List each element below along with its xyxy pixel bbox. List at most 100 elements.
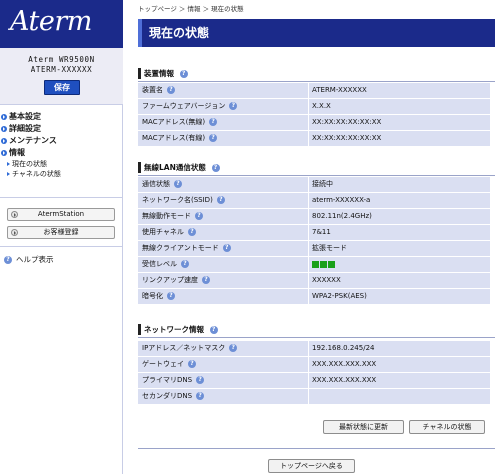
table-row: 無線動作モード? 802.11n(2.4GHz) xyxy=(138,209,490,225)
back-to-top-button[interactable]: トップページへ戻る xyxy=(268,459,355,473)
table-row: IPアドレス／ネットマスク? 192.168.0.245/24 xyxy=(138,341,490,357)
help-icon[interactable]: ? xyxy=(167,86,175,94)
help-icon[interactable]: ? xyxy=(167,292,175,300)
table-row: MACアドレス(無線)? XX:XX:XX:XX:XX:XX xyxy=(138,115,490,131)
help-icon[interactable]: ? xyxy=(187,228,196,236)
help-icon[interactable]: ? xyxy=(181,260,189,268)
table-row: 無線クライアントモード? 拡張モード xyxy=(138,241,490,257)
refresh-status-button[interactable]: 最新状態に更新 xyxy=(323,420,404,434)
help-icon[interactable]: ? xyxy=(196,376,205,384)
row-value: XX:XX:XX:XX:XX:XX xyxy=(312,134,382,142)
section-rule xyxy=(138,81,495,82)
table-row: 装置名? ATERM-XXXXXX xyxy=(138,83,490,99)
row-label: プライマリDNS? xyxy=(138,373,309,388)
breadcrumb[interactable]: トップページ ＞ 情報 ＞ 現在の状態 xyxy=(138,3,244,13)
row-value: 接続中 xyxy=(312,180,333,188)
table-row: ファームウェアバージョン? X.X.X xyxy=(138,99,490,115)
row-label: 装置名? xyxy=(138,83,309,98)
section-title: 無線LAN通信状態 xyxy=(144,163,206,172)
nav-subitem-channel-status[interactable]: チャネルの状態 xyxy=(0,169,123,179)
aterm-station-button[interactable]: AtermStation xyxy=(7,208,115,221)
signal-bar xyxy=(328,261,335,268)
model-name: Aterm WR9500N xyxy=(28,55,95,64)
help-icon[interactable]: ? xyxy=(196,392,205,400)
signal-bar xyxy=(312,261,319,268)
row-label-text: MACアドレス(無線) xyxy=(142,118,206,126)
button-label: お客様登録 xyxy=(43,228,79,236)
row-label-text: リンクアップ速度 xyxy=(142,276,198,284)
row-label-text: 無線クライアントモード xyxy=(142,244,219,252)
row-label-text: 装置名 xyxy=(142,86,163,94)
row-label: MACアドレス(有線)? xyxy=(138,131,309,146)
help-icon[interactable]: ? xyxy=(229,344,238,352)
row-label-text: セカンダリDNS xyxy=(142,392,193,400)
nav-item-maintenance[interactable]: メンテナンス xyxy=(0,135,123,147)
row-label: IPアドレス／ネットマスク? xyxy=(138,341,309,356)
device-info-table: 装置名? ATERM-XXXXXX ファームウェアバージョン? X.X.X MACアドレ… xyxy=(138,83,490,147)
row-value: WPA2-PSK(AES) xyxy=(312,292,367,300)
arrow-bullet-icon xyxy=(11,229,18,236)
triangle-right-icon xyxy=(7,162,10,166)
nav-subitem-current-status[interactable]: 現在の状態 xyxy=(0,159,123,169)
help-icon[interactable]: ? xyxy=(209,326,218,334)
nav-item-label: メンテナンス xyxy=(9,136,57,145)
row-value: XXXXXX xyxy=(312,276,341,284)
help-display-link[interactable]: ? ヘルプ表示 xyxy=(4,255,54,265)
help-icon[interactable]: ? xyxy=(209,118,218,126)
row-value: XX:XX:XX:XX:XX:XX xyxy=(312,118,382,126)
nav-item-advanced-settings[interactable]: 詳細設定 xyxy=(0,123,123,135)
divider xyxy=(0,197,123,198)
aterm-logo[interactable]: Aterm xyxy=(10,6,92,37)
table-row: ゲートウェイ? XXX.XXX.XXX.XXX xyxy=(138,357,490,373)
page-title: 現在の状態 xyxy=(149,26,210,40)
help-icon[interactable]: ? xyxy=(209,134,218,142)
signal-bar xyxy=(320,261,327,268)
help-icon[interactable]: ? xyxy=(174,180,182,188)
device-name: ATERM-XXXXXX xyxy=(30,65,93,74)
nav-subitem-label: 現在の状態 xyxy=(12,160,47,168)
divider xyxy=(0,246,123,247)
help-icon[interactable]: ? xyxy=(229,102,238,110)
nav-item-basic-settings[interactable]: 基本設定 xyxy=(0,111,123,123)
row-label: セカンダリDNS? xyxy=(138,389,309,404)
row-label-text: IPアドレス／ネットマスク xyxy=(142,344,226,352)
row-value: ATERM-XXXXXX xyxy=(312,86,367,94)
channel-status-button[interactable]: チャネルの状態 xyxy=(409,420,485,434)
row-label-text: 使用チャネル xyxy=(142,228,184,236)
logo-area: Aterm xyxy=(0,0,123,48)
section-heading-network-info: ネットワーク情報 ? xyxy=(138,323,218,336)
arrow-bullet-icon xyxy=(1,114,7,120)
row-label-text: プライマリDNS xyxy=(142,376,193,384)
table-row: セカンダリDNS? xyxy=(138,389,490,405)
table-row: プライマリDNS? XXX.XXX.XXX.XXX xyxy=(138,373,490,389)
row-value: X.X.X xyxy=(312,102,331,110)
wlan-status-table: 通信状態? 接続中 ネットワーク名(SSID)? aterm-XXXXXX-a 無線動作… xyxy=(138,177,490,305)
help-icon[interactable]: ? xyxy=(222,244,231,252)
row-label: 使用チャネル? xyxy=(138,225,309,240)
table-row: ネットワーク名(SSID)? aterm-XXXXXX-a xyxy=(138,193,490,209)
divider xyxy=(138,448,495,449)
row-label: 受信レベル? xyxy=(138,257,309,272)
sidebar-nav: 基本設定 詳細設定 メンテナンス 情報 現在の状態 チャネルの状態 xyxy=(0,111,123,179)
help-icon[interactable]: ? xyxy=(188,360,196,368)
help-icon[interactable]: ? xyxy=(211,164,220,172)
row-label: 無線クライアントモード? xyxy=(138,241,309,256)
nav-item-label: 情報 xyxy=(9,148,25,157)
nav-item-label: 基本設定 xyxy=(9,112,41,121)
row-label: MACアドレス(無線)? xyxy=(138,115,309,130)
nav-item-info[interactable]: 情報 xyxy=(0,147,123,159)
table-row: MACアドレス(有線)? XX:XX:XX:XX:XX:XX xyxy=(138,131,490,147)
table-row: リンクアップ速度? XXXXXX xyxy=(138,273,490,289)
help-icon[interactable]: ? xyxy=(202,276,210,284)
customer-registration-button[interactable]: お客様登録 xyxy=(7,226,115,239)
row-label: ファームウェアバージョン? xyxy=(138,99,309,114)
help-icon[interactable]: ? xyxy=(216,196,225,204)
arrow-bullet-icon xyxy=(1,150,7,156)
model-panel: Aterm WR9500N ATERM-XXXXXX 保存 xyxy=(0,48,123,105)
row-label: 無線動作モード? xyxy=(138,209,309,224)
help-icon[interactable]: ? xyxy=(195,212,203,220)
save-button[interactable]: 保存 xyxy=(44,80,80,95)
row-label: ゲートウェイ? xyxy=(138,357,309,372)
arrow-bullet-icon xyxy=(11,211,18,218)
help-icon[interactable]: ? xyxy=(179,70,188,78)
